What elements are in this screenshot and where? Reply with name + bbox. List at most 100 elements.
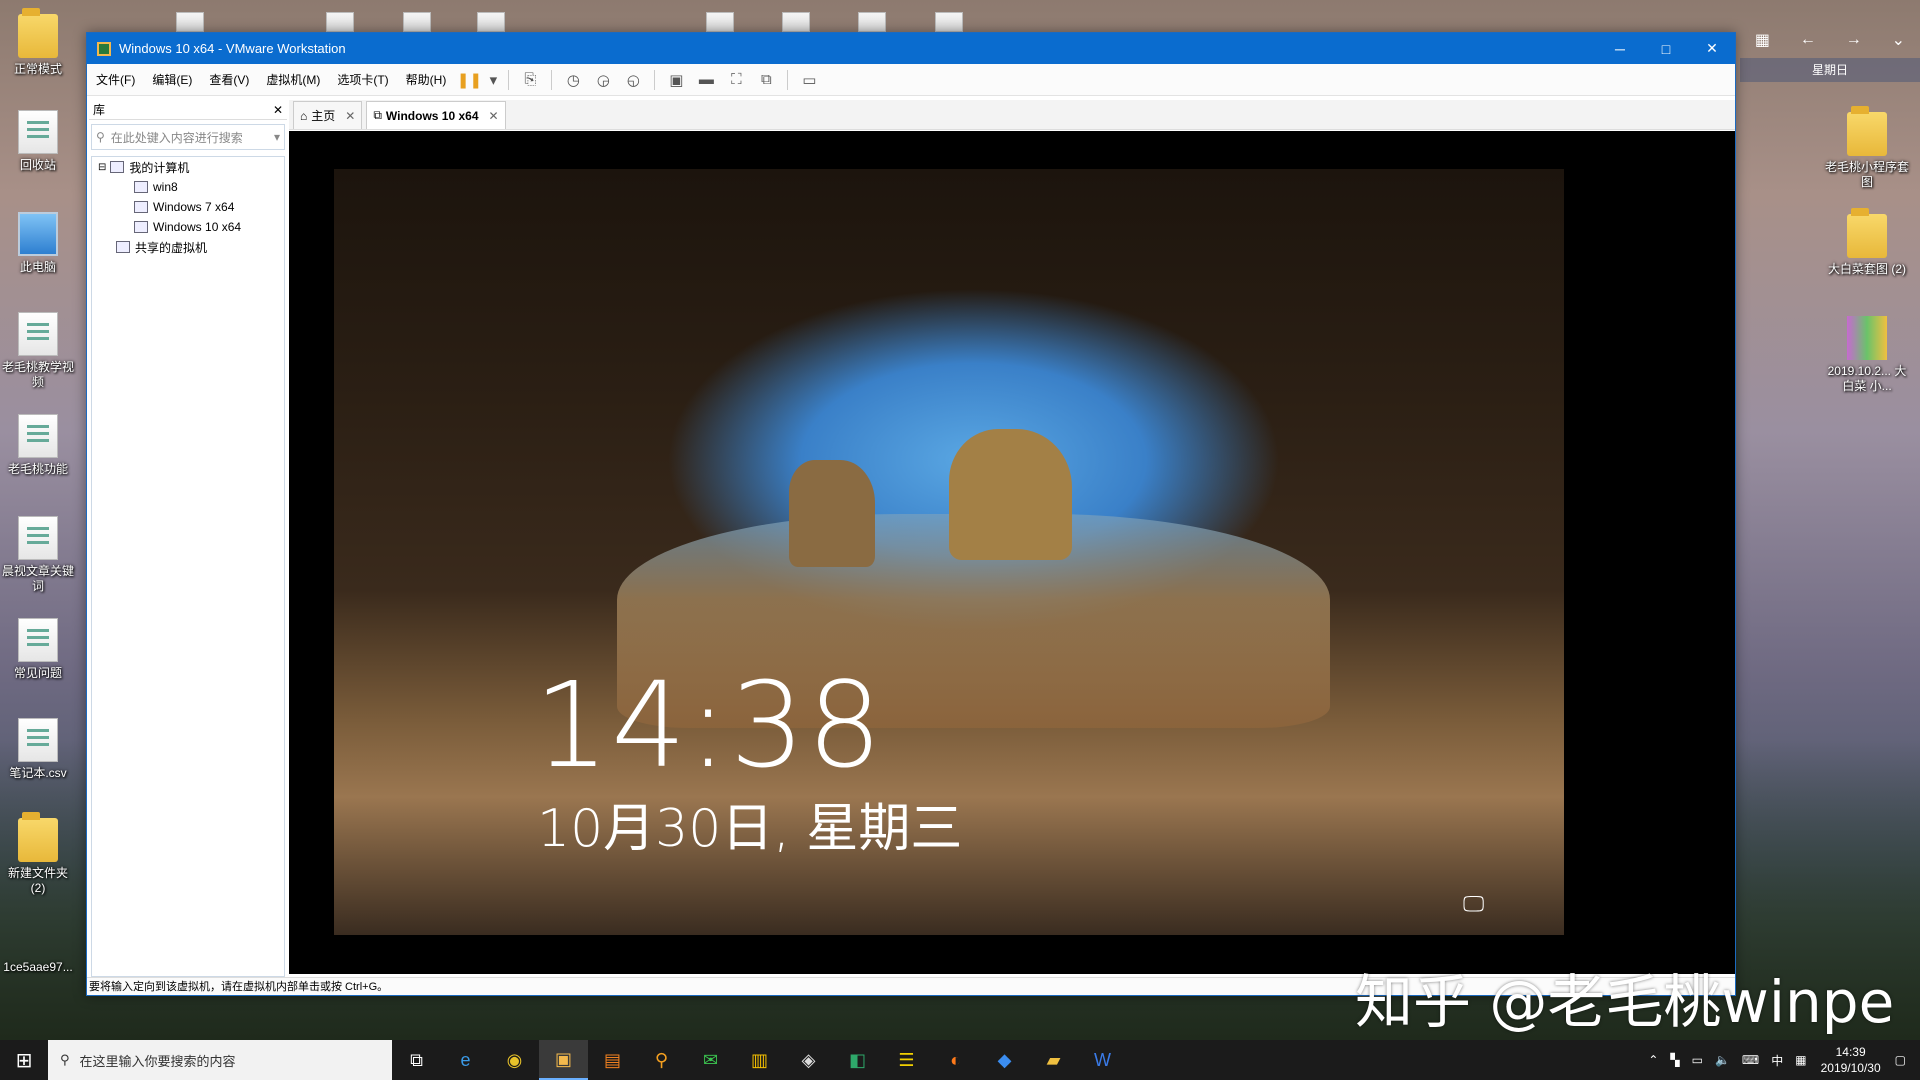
wps-icon[interactable]: W — [1078, 1040, 1127, 1080]
keyboard-icon[interactable]: ⌨ — [1742, 1053, 1759, 1067]
menu-file[interactable]: 文件(F) — [87, 71, 143, 88]
desktop-top-icon[interactable] — [935, 12, 963, 32]
tree-item-shared[interactable]: 共享的虚拟机 — [92, 237, 284, 257]
desktop-icon-file[interactable]: 1ce5aae97... — [0, 960, 76, 975]
desktop-icon-notebook-csv[interactable]: 笔记本.csv — [0, 718, 76, 781]
tab-home[interactable]: ⌂ 主页 ✕ — [293, 101, 363, 129]
show-library-icon[interactable]: ▣ — [664, 69, 688, 91]
collapse-icon[interactable]: ⊟ — [98, 162, 106, 173]
desktop-top-icon[interactable] — [403, 12, 431, 32]
library-tree: ⊟ 我的计算机 win8 Windows 7 x64 Windows 10 x64… — [91, 156, 285, 977]
calendar-icon[interactable]: ▦ — [1755, 30, 1770, 50]
desktop-icon-tutorial-video[interactable]: 老毛桃教学视频 — [0, 312, 76, 390]
desktop-top-icon[interactable] — [477, 12, 505, 32]
close-icon[interactable]: ✕ — [489, 109, 499, 123]
green-app-icon[interactable]: ◧ — [833, 1040, 882, 1080]
desktop-icon-new-folder[interactable]: 新建文件夹 (2) — [0, 812, 76, 896]
tray-chevron-up-icon[interactable]: ⌃ — [1648, 1053, 1658, 1067]
desktop-top-icon[interactable] — [782, 12, 810, 32]
console-view-icon[interactable]: ▭ — [797, 69, 821, 91]
chevron-down-icon[interactable]: ▾ — [274, 130, 280, 144]
taskbar-search-input[interactable]: ⚲ 在这里输入你要搜索的内容 — [48, 1040, 392, 1080]
document-icon — [18, 618, 58, 662]
edge-icon[interactable]: e — [441, 1040, 490, 1080]
wallpaper-rock — [949, 429, 1072, 560]
tree-item-vm[interactable]: Windows 10 x64 — [92, 217, 284, 237]
game-app-icon[interactable]: ◈ — [784, 1040, 833, 1080]
recycle-bin-icon — [18, 110, 58, 154]
desktop-icon-faq[interactable]: 常见问题 — [0, 618, 76, 681]
snapshot-manager-icon[interactable]: ◵ — [621, 69, 645, 91]
close-icon[interactable]: ✕ — [345, 109, 355, 123]
chevron-down-icon[interactable]: ⌄ — [1892, 30, 1905, 50]
library-panel: 库 ✕ ⚲ 在此处键入内容进行搜索 ▾ ⊟ 我的计算机 win8 Windows 7 x… — [89, 100, 287, 977]
title-bar[interactable]: Windows 10 x64 - VMware Workstation ─ □ … — [87, 33, 1735, 64]
taskbar: ⊞ ⚲ 在这里输入你要搜索的内容 ⧉ e ◉ ▣ ▤ ⚲ ✉ ▥ ◈ ◧ ☰ ◐ … — [0, 1040, 1920, 1080]
desktop-icon-dabaicai-images[interactable]: 大白菜套图 (2) — [1822, 208, 1912, 277]
windows-start-icon[interactable]: ⊞ — [0, 1040, 48, 1080]
magnifier-app-icon[interactable]: ⚲ — [637, 1040, 686, 1080]
calendar-nav: ▦ ← → ⌄ — [1740, 20, 1920, 60]
tab-windows10[interactable]: ⧉ Windows 10 x64 ✕ — [366, 101, 506, 129]
maximize-button[interactable]: □ — [1643, 33, 1689, 64]
vm-icon — [134, 181, 148, 193]
desktop-top-icon[interactable] — [858, 12, 886, 32]
office-app-icon[interactable]: ▥ — [735, 1040, 784, 1080]
arrow-right-icon[interactable]: → — [1846, 31, 1862, 49]
menu-edit[interactable]: 编辑(E) — [143, 71, 200, 88]
desktop-icon-archive[interactable]: 2019.10.2... 大白菜 小... — [1822, 316, 1912, 394]
notes-app-icon[interactable]: ☰ — [882, 1040, 931, 1080]
tree-item-my-computer[interactable]: ⊟ 我的计算机 — [92, 157, 284, 177]
desktop-icon-normal-mode[interactable]: 正常模式 — [0, 8, 76, 77]
archive-icon — [1847, 316, 1887, 360]
search-icon: ⚲ — [60, 1052, 70, 1067]
desktop-icon-recycle-bin[interactable]: 回收站 — [0, 110, 76, 173]
network-icon[interactable]: 🖵 — [1463, 891, 1484, 917]
tray-app-icon[interactable]: ▚ — [1670, 1053, 1679, 1067]
menu-vm[interactable]: 虚拟机(M) — [257, 71, 328, 88]
ime-mode-icon[interactable]: ▦ — [1795, 1053, 1806, 1067]
chrome-icon[interactable]: ◉ — [490, 1040, 539, 1080]
snapshot-icon[interactable]: ◷ — [561, 69, 585, 91]
blue-app-icon[interactable]: ◆ — [980, 1040, 1029, 1080]
home-icon: ⌂ — [300, 108, 308, 123]
pause-icon[interactable]: ❚❚ — [457, 69, 482, 91]
dropdown-icon[interactable]: ▾ — [487, 69, 499, 91]
ime-indicator[interactable]: 中 — [1771, 1052, 1783, 1069]
desktop-top-icon[interactable] — [706, 12, 734, 32]
network-tray-icon[interactable]: ▭ — [1692, 1053, 1703, 1067]
send-keys-icon[interactable]: ⎘ — [518, 69, 542, 91]
vm-console[interactable]: 14:38 10月30日, 星期三 🖵 — [289, 131, 1735, 974]
volume-icon[interactable]: 🔈 — [1715, 1053, 1730, 1067]
desktop-icon-keywords[interactable]: 晨视文章关键词 — [0, 516, 76, 594]
orange-app-icon[interactable]: ▤ — [588, 1040, 637, 1080]
close-icon[interactable]: ✕ — [273, 103, 283, 117]
fullscreen-icon[interactable]: ⛶ — [724, 69, 748, 91]
task-view-icon[interactable]: ⧉ — [392, 1040, 441, 1080]
menu-view[interactable]: 查看(V) — [200, 71, 257, 88]
revert-snapshot-icon[interactable]: ◶ — [591, 69, 615, 91]
desktop-top-icon[interactable] — [176, 12, 204, 32]
menu-help[interactable]: 帮助(H) — [397, 71, 455, 88]
desktop-top-icon[interactable] — [326, 12, 354, 32]
vmware-taskbar-icon[interactable]: ▣ — [539, 1040, 588, 1080]
file-explorer-icon[interactable]: ▰ — [1029, 1040, 1078, 1080]
thumbnail-bar-icon[interactable]: ▬ — [694, 69, 718, 91]
spreadsheet-icon — [18, 718, 58, 762]
desktop-icon-features[interactable]: 老毛桃功能 — [0, 414, 76, 477]
tab-bar: ⌂ 主页 ✕ ⧉ Windows 10 x64 ✕ — [289, 100, 1735, 130]
wechat-icon[interactable]: ✉ — [686, 1040, 735, 1080]
close-button[interactable]: ✕ — [1689, 33, 1735, 64]
tree-item-vm[interactable]: Windows 7 x64 — [92, 197, 284, 217]
library-search-input[interactable]: ⚲ 在此处键入内容进行搜索 ▾ — [91, 124, 285, 150]
minimize-button[interactable]: ─ — [1597, 33, 1643, 64]
desktop-icon-this-pc[interactable]: 此电脑 — [0, 212, 76, 275]
tree-item-vm[interactable]: win8 — [92, 177, 284, 197]
arrow-left-icon[interactable]: ← — [1800, 31, 1816, 49]
menu-tabs[interactable]: 选项卡(T) — [328, 71, 396, 88]
desktop-icon-miniapp-images[interactable]: 老毛桃小程序套图 — [1822, 106, 1912, 190]
notification-icon[interactable]: ▢ — [1895, 1053, 1906, 1067]
firefox-icon[interactable]: ◐ — [931, 1040, 980, 1080]
taskbar-clock[interactable]: 14:39 2019/10/30 — [1821, 1044, 1881, 1076]
unity-icon[interactable]: ⧉ — [754, 69, 778, 91]
